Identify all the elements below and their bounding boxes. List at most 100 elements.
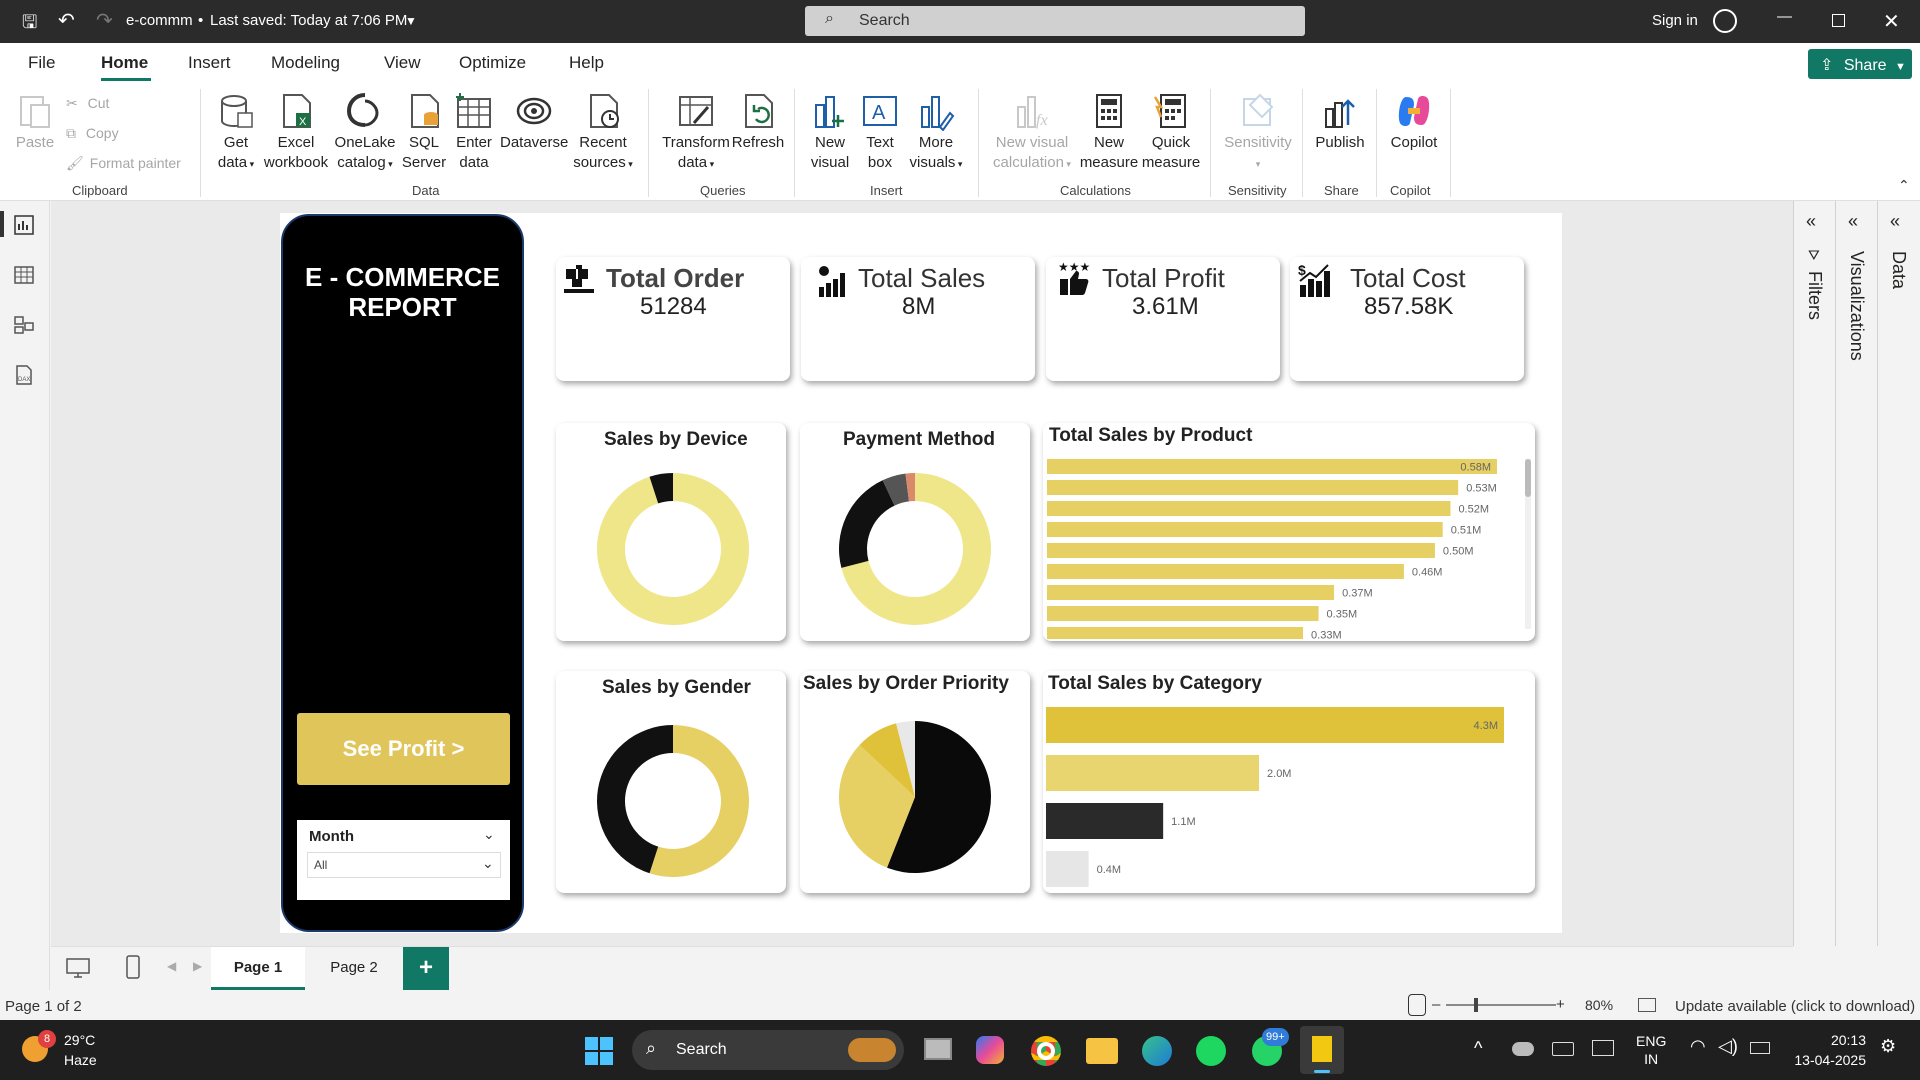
table-view-icon[interactable] (14, 265, 34, 285)
share-button[interactable]: ⇪ Share ▼ (1808, 49, 1912, 79)
bar[interactable] (1047, 606, 1319, 621)
bar[interactable] (1047, 501, 1451, 516)
new-visual-calculation-button[interactable]: fx New visual calculation ▾ (988, 91, 1076, 174)
sensitivity-button[interactable]: Sensitivity ▾ (1222, 91, 1294, 174)
expand-icon[interactable]: « (1848, 211, 1858, 232)
expand-icon[interactable]: « (1806, 211, 1816, 232)
mobile-layout-icon[interactable] (125, 955, 141, 979)
undo-icon[interactable]: ↶ (58, 8, 75, 33)
bar[interactable] (1047, 522, 1443, 537)
chart-card-sales-by-order-priority[interactable]: Sales by Order Priority (800, 671, 1030, 893)
scrollbar[interactable] (1525, 459, 1531, 629)
close-icon[interactable]: ✕ (1883, 9, 1900, 34)
bar[interactable] (1047, 564, 1404, 579)
zoom-level[interactable]: 80% (1585, 997, 1613, 1013)
bar[interactable] (1047, 585, 1335, 600)
redo-icon[interactable]: ↷ (96, 8, 113, 33)
new-measure-button[interactable]: New measure (1078, 91, 1140, 173)
next-page-icon[interactable]: ▶ (193, 959, 202, 973)
chevron-up-icon[interactable]: ^ (1474, 1038, 1482, 1059)
zoom-slider-thumb[interactable] (1474, 998, 1478, 1012)
scrollbar-thumb[interactable] (1525, 459, 1531, 497)
page-tab-1[interactable]: Page 1 (211, 947, 305, 991)
user-avatar-icon[interactable] (1713, 9, 1737, 33)
visualizations-pane[interactable]: « Visualizations (1836, 201, 1878, 946)
pie-slice[interactable] (839, 480, 895, 568)
chrome-icon[interactable] (1031, 1036, 1061, 1066)
copilot-app-icon[interactable] (976, 1036, 1004, 1064)
search-input[interactable]: ⌕ Search (805, 6, 1305, 36)
recent-sources-button[interactable]: Recent sources ▾ (570, 91, 636, 174)
dax-query-view-icon[interactable]: DAX (14, 365, 34, 385)
see-profit-button[interactable]: See Profit > (297, 713, 510, 785)
keyboard-icon[interactable] (1552, 1042, 1574, 1056)
quick-measure-button[interactable]: Quick measure (1140, 91, 1202, 173)
zoom-in-icon[interactable]: + (1556, 996, 1565, 1013)
edge-icon[interactable] (1142, 1036, 1172, 1066)
transform-data-button[interactable]: Transform data ▾ (660, 91, 732, 174)
bar[interactable] (1046, 803, 1164, 839)
chevron-down-icon[interactable]: ▼ (405, 14, 417, 28)
kpi-card-total-profit[interactable]: ★★★ Total Profit 3.61M (1046, 257, 1280, 381)
report-view-icon[interactable] (14, 215, 34, 235)
chart-card-sales-by-gender[interactable]: Sales by Gender (556, 671, 786, 893)
chart-card-sales-by-product[interactable]: Total Sales by Product 0.58M 0.53M 0.52M 0.… (1043, 423, 1535, 641)
display-icon[interactable] (1592, 1040, 1614, 1056)
sql-server-button[interactable]: SQL Server (401, 91, 447, 173)
cut-button[interactable]: ✂ Cut (66, 93, 109, 113)
filters-pane[interactable]: « ⛛ Filters (1794, 201, 1836, 946)
page-tab-2[interactable]: Page 2 (307, 947, 401, 991)
clock[interactable]: 20:13 13-04-2025 (1786, 1030, 1866, 1070)
bar[interactable] (1046, 851, 1089, 887)
save-icon[interactable]: 🖫 (22, 10, 37, 40)
wifi-icon[interactable]: ◠ (1690, 1036, 1706, 1057)
collapse-ribbon-icon[interactable]: ⌃ (1898, 177, 1910, 194)
chart-card-sales-by-device[interactable]: Sales by Device (556, 423, 786, 641)
kpi-card-total-sales[interactable]: Total Sales 8M (801, 257, 1035, 381)
desktop-layout-icon[interactable] (65, 957, 91, 979)
zoom-slider[interactable] (1446, 998, 1556, 1012)
refresh-button[interactable]: Refresh (730, 91, 786, 173)
bar[interactable] (1047, 480, 1459, 495)
onelake-catalog-button[interactable]: OneLake catalog ▾ (333, 91, 397, 174)
publish-button[interactable]: Publish (1312, 91, 1368, 173)
bar[interactable] (1047, 459, 1497, 474)
tab-home[interactable]: Home (101, 53, 148, 73)
kpi-card-total-cost[interactable]: $ Total Cost 857.58K (1290, 257, 1524, 381)
tab-help[interactable]: Help (569, 53, 604, 73)
notification-bell-icon[interactable]: ⚙ (1880, 1036, 1896, 1057)
more-visuals-button[interactable]: More visuals ▾ (904, 91, 968, 174)
slicer-dropdown[interactable]: All ⌄ (307, 852, 501, 878)
model-view-icon[interactable] (14, 315, 34, 335)
restore-icon[interactable] (1832, 14, 1845, 27)
taskbar-search-box[interactable]: ⌕ Search (632, 1030, 904, 1070)
update-available-link[interactable]: Update available (click to download) (1675, 998, 1915, 1015)
tab-modeling[interactable]: Modeling (271, 53, 340, 73)
volume-icon[interactable]: ◁) (1718, 1036, 1738, 1057)
task-view-icon[interactable] (924, 1038, 952, 1060)
enter-data-button[interactable]: Enter data (452, 91, 496, 173)
chart-card-payment-method[interactable]: Payment Method (800, 423, 1030, 641)
fit-to-page-icon[interactable] (1408, 994, 1426, 1016)
report-view-icon[interactable] (0, 211, 4, 237)
windows-start-icon[interactable] (584, 1036, 614, 1066)
bar[interactable] (1047, 543, 1435, 558)
powerbi-taskbar-icon[interactable] (1300, 1026, 1344, 1074)
text-box-button[interactable]: A Text box (858, 91, 902, 173)
excel-workbook-button[interactable]: X Excel workbook (262, 91, 330, 173)
battery-icon[interactable] (1750, 1042, 1770, 1054)
previous-page-icon[interactable]: ◀ (167, 959, 176, 973)
add-page-button[interactable]: + (403, 947, 449, 991)
spotify-icon[interactable] (1196, 1036, 1226, 1066)
fit-width-icon[interactable] (1638, 998, 1656, 1012)
copy-button[interactable]: ⧉ Copy (66, 123, 119, 143)
expand-icon[interactable]: « (1890, 211, 1900, 232)
bar[interactable] (1046, 707, 1504, 743)
language-indicator[interactable]: ENG IN (1636, 1032, 1666, 1068)
tab-insert[interactable]: Insert (188, 53, 231, 73)
sign-in-link[interactable]: Sign in (1652, 12, 1698, 29)
tab-file[interactable]: File (28, 53, 55, 73)
onedrive-icon[interactable] (1512, 1042, 1534, 1056)
tab-view[interactable]: View (384, 53, 421, 73)
data-pane[interactable]: « Data (1878, 201, 1920, 946)
